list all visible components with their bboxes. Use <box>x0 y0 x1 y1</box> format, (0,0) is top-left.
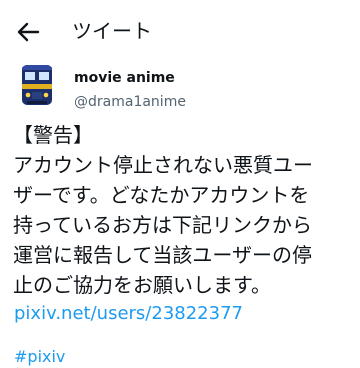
hashtag-link[interactable]: #pixiv <box>14 346 65 368</box>
arrow-left-icon <box>17 22 40 42</box>
tweet-link[interactable]: pixiv.net/users/23822377 <box>14 300 243 328</box>
author-handle[interactable]: @drama1anime <box>74 92 186 112</box>
avatar[interactable] <box>14 62 60 108</box>
top-bar: ツイート <box>0 0 360 62</box>
tweet-text: 【警告】 アカウント停止されない悪質ユー ザーです。どなたかアカウントを 持って… <box>13 123 313 297</box>
train-avatar-icon <box>22 65 52 105</box>
page-title: ツイート <box>72 19 152 43</box>
back-button[interactable] <box>14 19 42 45</box>
author-display-name[interactable]: movie anime <box>74 68 175 88</box>
